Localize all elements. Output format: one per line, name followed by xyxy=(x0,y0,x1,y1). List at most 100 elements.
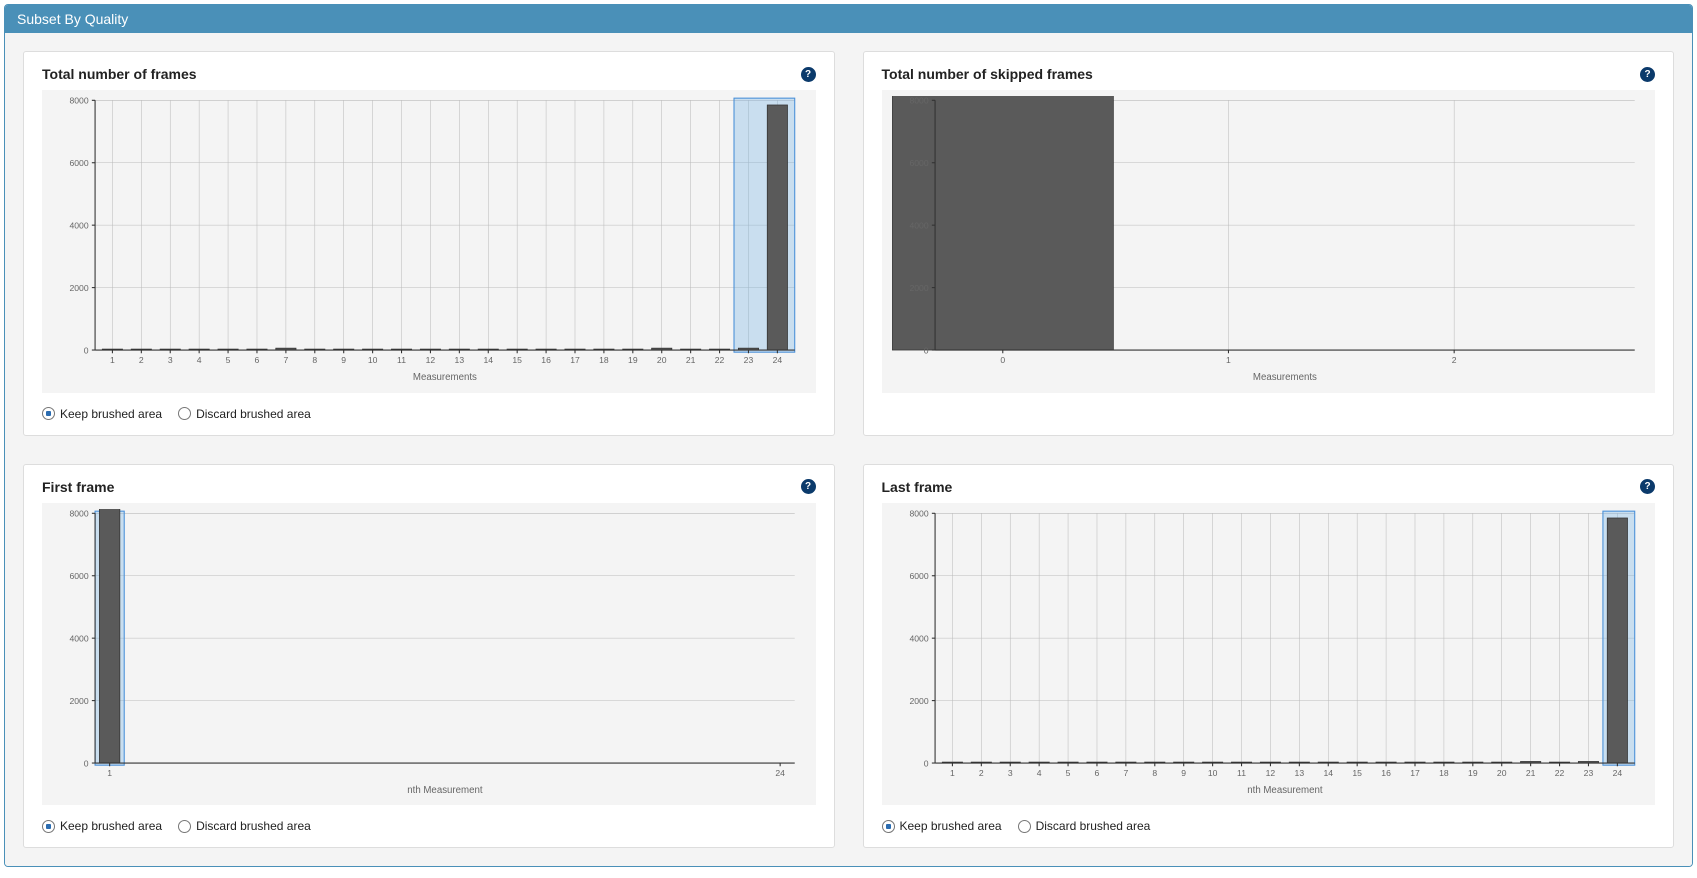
y-tick-label: 6000 xyxy=(69,158,88,168)
radio-keep-brushed[interactable]: Keep brushed area xyxy=(42,407,162,421)
bar[interactable] xyxy=(99,509,119,763)
x-tick-label: 6 xyxy=(255,355,260,365)
x-tick-label: 17 xyxy=(1410,768,1420,778)
x-tick-label: 12 xyxy=(426,355,436,365)
x-tick-label: 21 xyxy=(686,355,696,365)
help-icon[interactable]: ? xyxy=(1640,67,1655,82)
x-tick-label: 23 xyxy=(744,355,754,365)
radio-label-text: Discard brushed area xyxy=(196,407,311,421)
x-tick-label: 21 xyxy=(1525,768,1535,778)
y-tick-label: 6000 xyxy=(909,571,928,581)
radio-input-discard[interactable] xyxy=(1018,820,1031,833)
y-tick-label: 4000 xyxy=(69,220,88,230)
radio-input-keep[interactable] xyxy=(42,820,55,833)
radio-keep-brushed[interactable]: Keep brushed area xyxy=(42,819,162,833)
card-title: Total number of frames xyxy=(42,66,197,82)
x-tick-label: 8 xyxy=(1152,768,1157,778)
x-tick-label: 22 xyxy=(715,355,725,365)
radio-label-text: Keep brushed area xyxy=(60,819,162,833)
card-last-frame: Last frame?02000400060008000123456789101… xyxy=(863,464,1675,849)
help-icon[interactable]: ? xyxy=(801,479,816,494)
y-tick-label: 4000 xyxy=(909,220,928,230)
radio-input-keep[interactable] xyxy=(882,820,895,833)
help-icon[interactable]: ? xyxy=(1640,479,1655,494)
y-tick-label: 8000 xyxy=(69,509,88,519)
card-header: First frame? xyxy=(42,479,816,495)
x-tick-label: 8 xyxy=(312,355,317,365)
subset-by-quality-panel: Subset By Quality Total number of frames… xyxy=(4,4,1693,867)
card-title: First frame xyxy=(42,479,114,495)
x-tick-label: 13 xyxy=(1294,768,1304,778)
y-tick-label: 6000 xyxy=(909,158,928,168)
bar[interactable] xyxy=(1607,518,1627,763)
y-tick-label: 8000 xyxy=(909,509,928,519)
radio-keep-brushed[interactable]: Keep brushed area xyxy=(882,819,1002,833)
card-total-frames: Total number of frames?02000400060008000… xyxy=(23,51,835,436)
radio-discard-brushed[interactable]: Discard brushed area xyxy=(178,407,311,421)
x-tick-label: 1 xyxy=(107,768,112,778)
x-tick-label: 9 xyxy=(1181,768,1186,778)
x-tick-label: 10 xyxy=(368,355,378,365)
x-tick-label: 1 xyxy=(1226,355,1231,365)
x-tick-label: 9 xyxy=(341,355,346,365)
chart-wrap: 02000400060008000012Measurements xyxy=(882,90,1656,393)
y-tick-label: 2000 xyxy=(69,695,88,705)
x-tick-label: 22 xyxy=(1554,768,1564,778)
x-tick-label: 1 xyxy=(950,768,955,778)
x-tick-label: 4 xyxy=(1036,768,1041,778)
x-tick-label: 18 xyxy=(599,355,609,365)
x-axis-title: Measurements xyxy=(1252,372,1316,383)
brush-mode-radio-group: Keep brushed area Discard brushed area xyxy=(42,407,816,421)
chart-first-frame[interactable]: 02000400060008000124nth Measurement xyxy=(52,509,806,800)
x-tick-label: 19 xyxy=(628,355,638,365)
y-tick-label: 2000 xyxy=(909,695,928,705)
chart-skipped-frames[interactable]: 02000400060008000012Measurements xyxy=(892,96,1646,387)
x-tick-label: 3 xyxy=(1007,768,1012,778)
chart-wrap: 0200040006000800012345678910111213141516… xyxy=(882,503,1656,806)
x-tick-label: 18 xyxy=(1439,768,1449,778)
x-tick-label: 23 xyxy=(1583,768,1593,778)
x-tick-label: 19 xyxy=(1468,768,1478,778)
panel-title: Subset By Quality xyxy=(5,5,1692,33)
y-tick-label: 2000 xyxy=(69,283,88,293)
panel-body: Total number of frames? 0 2000 4000 6000 8000… xyxy=(5,33,1692,866)
card-header: Total number of frames? xyxy=(42,66,816,82)
card-skipped-frames: Total number of skipped frames?020004000… xyxy=(863,51,1675,436)
x-axis-title: nth Measurement xyxy=(407,785,483,796)
chart-wrap: 0200040006000800012345678910111213141516… xyxy=(42,90,816,393)
chart-total-frames[interactable]: 0200040006000800012345678910111213141516… xyxy=(52,96,806,387)
x-axis-title: Measurements xyxy=(413,372,477,383)
radio-input-discard[interactable] xyxy=(178,407,191,420)
y-tick-label: 8000 xyxy=(69,96,88,106)
x-tick-label: 11 xyxy=(1237,768,1246,778)
radio-label-text: Discard brushed area xyxy=(1036,819,1151,833)
brush-mode-radio-group: Keep brushed area Discard brushed area xyxy=(882,819,1656,833)
chart-last-frame[interactable]: 0200040006000800012345678910111213141516… xyxy=(892,509,1646,800)
x-tick-label: 10 xyxy=(1207,768,1217,778)
chart-wrap: 02000400060008000124nth Measurement xyxy=(42,503,816,806)
radio-discard-brushed[interactable]: Discard brushed area xyxy=(1018,819,1151,833)
x-tick-label: 6 xyxy=(1094,768,1099,778)
radio-input-discard[interactable] xyxy=(178,820,191,833)
radio-label-text: Keep brushed area xyxy=(60,407,162,421)
x-tick-label: 14 xyxy=(1323,768,1333,778)
x-tick-label: 16 xyxy=(1381,768,1391,778)
x-tick-label: 16 xyxy=(541,355,551,365)
radio-discard-brushed[interactable]: Discard brushed area xyxy=(178,819,311,833)
y-tick-label: 6000 xyxy=(69,571,88,581)
x-tick-label: 5 xyxy=(1065,768,1070,778)
radio-input-keep[interactable] xyxy=(42,407,55,420)
bar[interactable] xyxy=(767,105,787,350)
radio-label-text: Keep brushed area xyxy=(900,819,1002,833)
card-header: Last frame? xyxy=(882,479,1656,495)
x-tick-label: 20 xyxy=(657,355,667,365)
x-tick-label: 1 xyxy=(110,355,115,365)
radio-label-text: Discard brushed area xyxy=(196,819,311,833)
x-tick-label: 24 xyxy=(773,355,783,365)
card-grid: Total number of frames? 0 2000 4000 6000 8000… xyxy=(23,51,1674,848)
y-tick-label: 0 xyxy=(923,758,928,768)
y-tick-label: 2000 xyxy=(909,283,928,293)
help-icon[interactable]: ? xyxy=(801,67,816,82)
x-tick-label: 0 xyxy=(1000,355,1005,365)
x-tick-label: 2 xyxy=(978,768,983,778)
